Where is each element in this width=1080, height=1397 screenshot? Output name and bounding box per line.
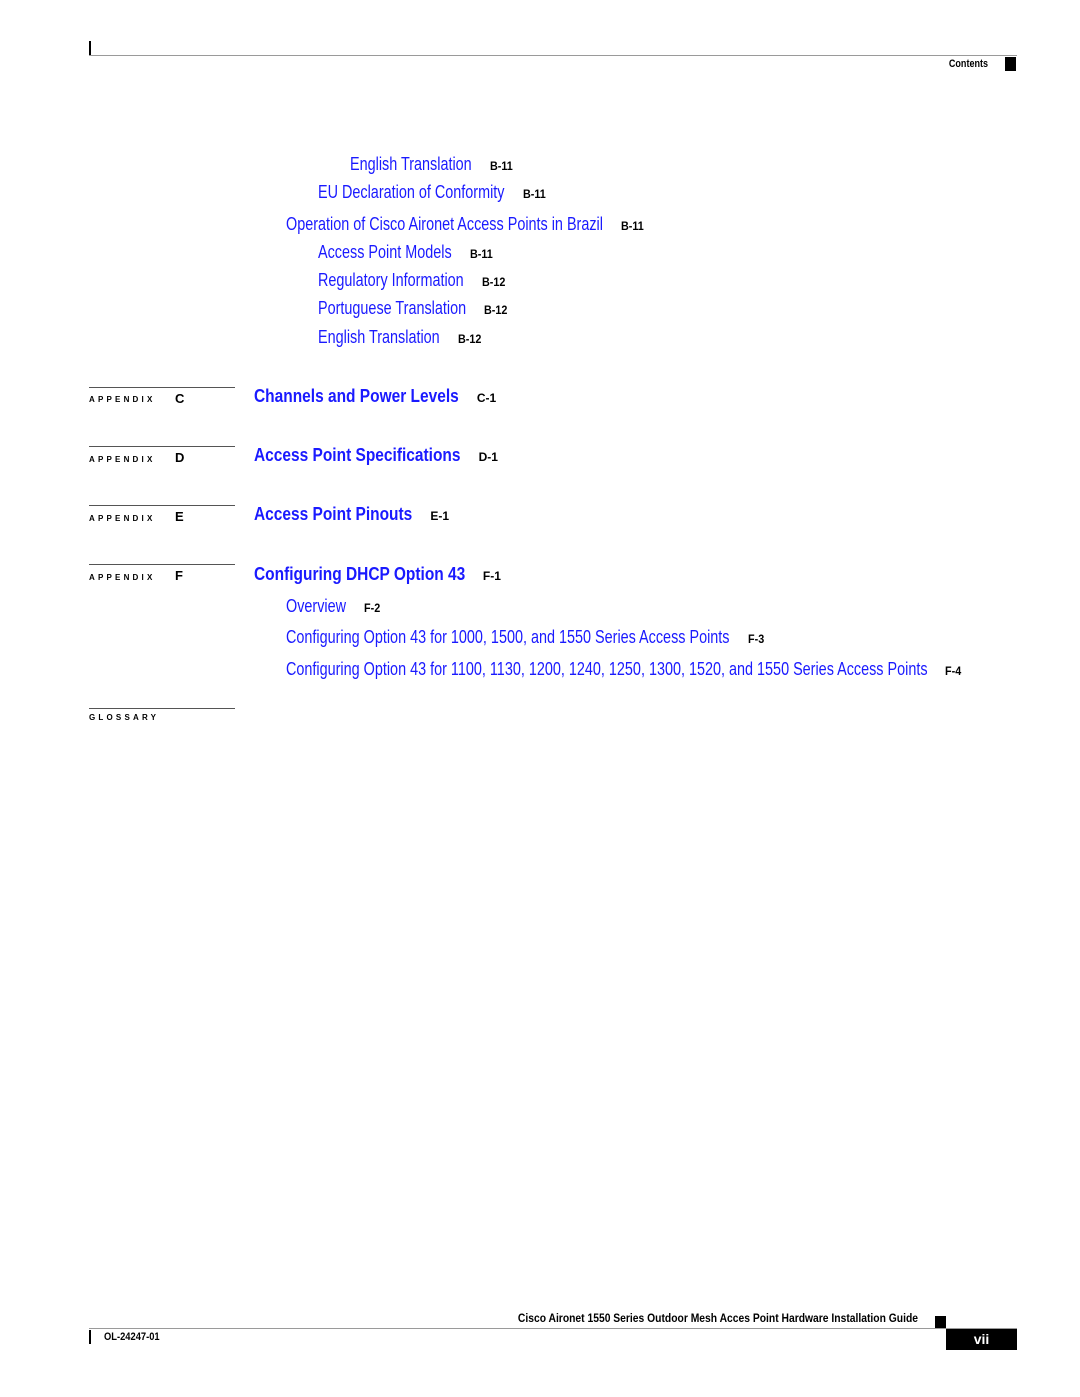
toc-entry[interactable]: Operation of Cisco Aironet Access Points… xyxy=(286,214,647,235)
toc-entry-title[interactable]: Regulatory Information xyxy=(318,270,464,291)
header-block-marker xyxy=(1005,57,1016,71)
toc-entry-title[interactable]: Portuguese Translation xyxy=(318,298,466,319)
toc-entry[interactable]: English Translation B-11 xyxy=(350,154,515,175)
appendix-rule xyxy=(89,387,235,388)
header-rule xyxy=(89,55,1017,56)
toc-entry[interactable]: Overview F-2 xyxy=(286,596,382,617)
appendix-title[interactable]: Access Point Pinouts xyxy=(254,504,412,525)
appendix-entry[interactable]: Access Point Specifications D-1 xyxy=(254,445,498,466)
appendix-title[interactable]: Channels and Power Levels xyxy=(254,386,459,407)
toc-entry-page: F-2 xyxy=(364,601,381,615)
toc-entry[interactable]: Regulatory Information B-12 xyxy=(318,270,508,291)
toc-entry-page: B-12 xyxy=(457,332,482,346)
glossary-label[interactable]: GLOSSARY xyxy=(89,713,159,722)
toc-entry-page: B-11 xyxy=(469,247,493,261)
appendix-title[interactable]: Configuring DHCP Option 43 xyxy=(254,564,465,585)
toc-entry-title[interactable]: Access Point Models xyxy=(318,242,452,263)
toc-entry-page: B-12 xyxy=(484,303,508,317)
appendix-label: APPENDIX xyxy=(89,395,156,404)
header-section-label: Contents xyxy=(948,58,988,70)
footer-page-number: vii xyxy=(946,1329,1017,1350)
appendix-entry[interactable]: Configuring DHCP Option 43 F-1 xyxy=(254,564,501,585)
appendix-rule xyxy=(89,446,235,447)
appendix-letter: D xyxy=(175,450,185,465)
footer-doc-number: OL-24247-01 xyxy=(104,1331,160,1343)
appendix-rule xyxy=(89,505,235,506)
appendix-page: F-1 xyxy=(482,569,501,583)
appendix-title[interactable]: Access Point Specifications xyxy=(254,445,460,466)
appendix-letter: E xyxy=(175,509,184,524)
toc-entry-page: F-3 xyxy=(747,632,765,646)
toc-entry-title[interactable]: Configuring Option 43 for 1100, 1130, 12… xyxy=(286,659,928,680)
appendix-rule xyxy=(89,564,235,565)
appendix-entry[interactable]: Channels and Power Levels C-1 xyxy=(254,386,496,407)
toc-entry[interactable]: Configuring Option 43 for 1100, 1130, 12… xyxy=(286,659,963,680)
toc-entry-page: B-11 xyxy=(489,159,513,173)
glossary-rule xyxy=(89,708,235,709)
appendix-label: APPENDIX xyxy=(89,573,156,582)
footer-rule xyxy=(89,1328,1017,1329)
footer-guide-title: Cisco Aironet 1550 Series Outdoor Mesh A… xyxy=(517,1311,918,1325)
header-tick-mark xyxy=(89,41,91,56)
appendix-page: C-1 xyxy=(476,391,497,405)
footer-tick-mark xyxy=(89,1330,91,1344)
toc-entry-title[interactable]: English Translation xyxy=(350,154,472,175)
toc-entry-page: F-4 xyxy=(945,664,962,678)
footer-block-marker xyxy=(935,1316,946,1328)
toc-entry-title[interactable]: Operation of Cisco Aironet Access Points… xyxy=(286,214,603,235)
appendix-page: E-1 xyxy=(430,509,450,523)
toc-entry-title[interactable]: English Translation xyxy=(318,327,440,348)
appendix-label: APPENDIX xyxy=(89,514,156,523)
toc-entry-title[interactable]: EU Declaration of Conformity xyxy=(318,182,504,203)
toc-entry[interactable]: EU Declaration of Conformity B-11 xyxy=(318,182,548,203)
appendix-letter: F xyxy=(175,568,183,583)
toc-entry-title[interactable]: Overview xyxy=(286,596,346,617)
toc-entry[interactable]: English Translation B-12 xyxy=(318,327,484,348)
appendix-label: APPENDIX xyxy=(89,455,156,464)
toc-entry-page: B-12 xyxy=(481,275,506,289)
toc-entry-page: B-11 xyxy=(522,187,546,201)
toc-entry-page: B-11 xyxy=(621,219,644,233)
toc-entry[interactable]: Portuguese Translation B-12 xyxy=(318,298,510,319)
appendix-letter: C xyxy=(175,391,185,406)
appendix-entry[interactable]: Access Point Pinouts E-1 xyxy=(254,504,449,525)
toc-entry[interactable]: Configuring Option 43 for 1000, 1500, an… xyxy=(286,627,766,648)
appendix-page: D-1 xyxy=(478,450,498,464)
toc-entry[interactable]: Access Point Models B-11 xyxy=(318,242,495,263)
toc-entry-title[interactable]: Configuring Option 43 for 1000, 1500, an… xyxy=(286,627,730,648)
